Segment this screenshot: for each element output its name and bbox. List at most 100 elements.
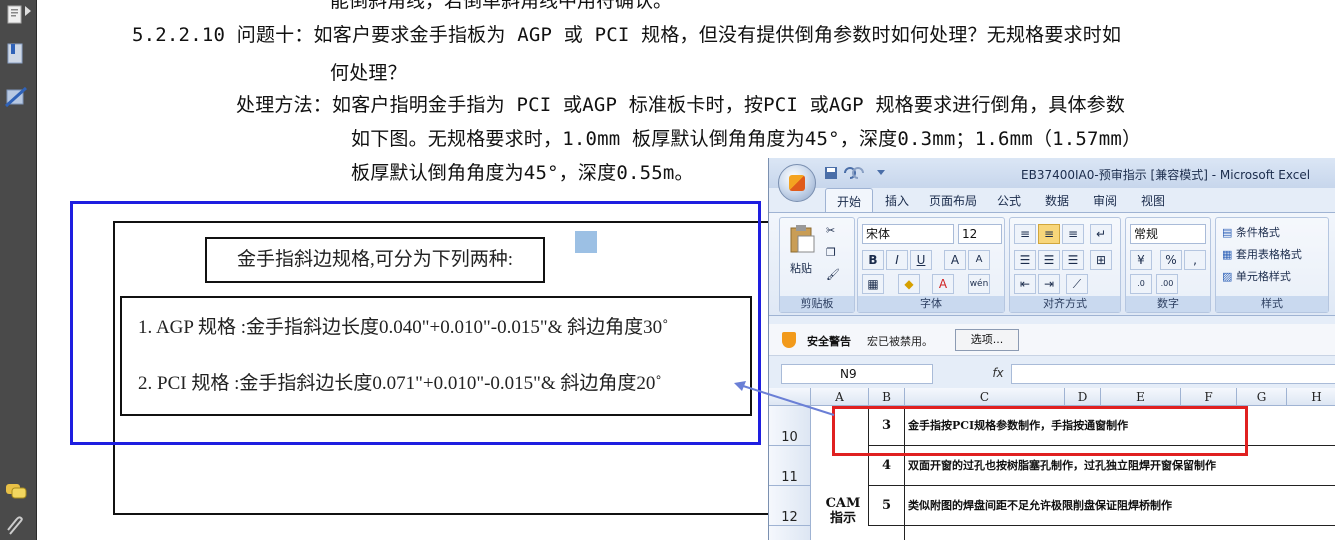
align-center-icon[interactable]: ☰ [1038,250,1060,270]
tab-formulas[interactable]: 公式 [985,188,1033,212]
copy-icon[interactable]: ❐ [826,246,836,259]
excel-window: EB37400IA0-预审指示 [兼容模式] - Microsoft Excel… [768,158,1335,540]
number-group: 常规 ¥ % , .0 .00 数字 [1125,217,1211,313]
table-format-label: 套用表格格式 [1235,248,1302,261]
align-top-icon[interactable]: ≡ [1014,224,1036,244]
pages-icon[interactable] [4,4,30,28]
security-title: 安全警告 [807,335,851,348]
clipboard-group-label: 剪贴板 [780,296,854,312]
conditional-format-button[interactable]: ▤ 条件格式 [1222,224,1280,240]
pdf-sidebar [0,0,37,540]
font-size-select[interactable]: 12 [958,224,1002,244]
tab-insert[interactable]: 插入 [873,188,921,212]
row-header-13[interactable] [769,526,811,540]
tab-home[interactable]: 开始 [825,188,873,212]
security-warning-bar: 安全警告 宏已被禁用。 选项... [769,324,1335,356]
col-header-h[interactable]: H [1287,388,1335,406]
align-middle-icon[interactable]: ≡ [1038,224,1060,244]
bold-button[interactable]: B [862,250,884,270]
blue-highlight-frame [70,201,761,445]
formula-bar: N9 fx [769,363,1335,385]
borders-icon[interactable]: ▦ [862,274,884,294]
question-heading: 5.2.2.10 问题十：如客户要求金手指板为 AGP 或 PCI 规格，但没有… [132,24,1122,46]
cut-icon[interactable]: ✂ [826,224,835,237]
styles-group: ▤ 条件格式 ▦ 套用表格格式 ▨ 单元格样式 样式 [1215,217,1329,313]
alignment-group-label: 对齐方式 [1010,296,1120,312]
bookmark-icon[interactable] [4,42,30,66]
row-header-12[interactable]: 12 [769,486,811,526]
tab-view[interactable]: 视图 [1129,188,1177,212]
col-header-g[interactable]: G [1237,388,1287,406]
comments-icon[interactable] [4,480,30,504]
align-left-icon[interactable]: ☰ [1014,250,1036,270]
comma-icon[interactable]: , [1184,250,1206,270]
attachment-icon[interactable] [4,516,30,540]
font-name-select[interactable]: 宋体 [862,224,954,244]
grow-font-icon[interactable]: A [944,250,966,270]
window-title: EB37400IA0-预审指示 [兼容模式] - Microsoft Excel [1021,168,1311,182]
italic-button[interactable]: I [886,250,908,270]
security-message: 宏已被禁用。 [867,335,933,348]
shield-icon [782,332,796,348]
col-header-b[interactable]: B [869,388,905,406]
underline-button[interactable]: U [910,250,932,270]
method-paragraph-line3: 板厚默认倒角角度为45°，深度0.55m。 [351,162,694,184]
conditional-format-label: 条件格式 [1235,226,1280,239]
tab-page-layout[interactable]: 页面布局 [921,188,985,212]
tab-review[interactable]: 审阅 [1081,188,1129,212]
cell-style-button[interactable]: ▨ 单元格样式 [1222,268,1291,284]
font-group: 宋体 12 B I U A A ▦ ◆ A wén 字体 [857,217,1005,313]
merge-center-icon[interactable]: ⊞ [1090,250,1112,270]
format-painter-icon[interactable]: 🖌 [826,268,840,281]
formula-input[interactable] [1011,364,1335,384]
cell-style-label: 单元格样式 [1235,270,1291,283]
number-group-label: 数字 [1126,296,1210,312]
decrease-indent-icon[interactable]: ⇤ [1014,274,1036,294]
clipboard-group: 粘贴 ✂ ❐ 🖌 剪贴板 [779,217,855,313]
paste-icon[interactable] [788,224,816,257]
method-paragraph-line2: 如下图。无规格要求时，1.0mm 板厚默认倒角角度为45°，深度0.3mm；1.… [351,128,1142,150]
office-button[interactable] [778,164,816,202]
text-cell-12[interactable]: 类似附图的焊盘间距不足允许极限削盘保证阻焊桥制作 [905,486,1335,526]
ribbon: 粘贴 ✂ ❐ 🖌 剪贴板 宋体 12 B I U A A ▦ ◆ A wén 字… [769,212,1335,316]
col-header-e[interactable]: E [1101,388,1181,406]
office-logo-icon [789,175,805,191]
styles-group-label: 样式 [1216,296,1328,312]
number-format-select[interactable]: 常规 [1130,224,1206,244]
font-color-icon[interactable]: A [932,274,954,294]
fill-color-icon[interactable]: ◆ [898,274,920,294]
table-format-button[interactable]: ▦ 套用表格格式 [1222,246,1302,262]
increase-indent-icon[interactable]: ⇥ [1038,274,1060,294]
tab-data[interactable]: 数据 [1033,188,1081,212]
pointer-arrow-icon [734,381,835,416]
phonetic-icon[interactable]: wén [968,274,990,294]
red-highlight-box [832,406,1248,456]
num-cell-12[interactable]: 5 [869,486,905,526]
fx-button[interactable]: fx [987,364,1009,384]
ribbon-tabs: 开始 插入 页面布局 公式 数据 审阅 视图 [825,188,1177,212]
orientation-icon[interactable]: ⟋ [1066,274,1088,294]
quick-access-toolbar[interactable] [825,166,885,183]
num-cell-13[interactable] [869,526,905,540]
align-right-icon[interactable]: ☰ [1062,250,1084,270]
percent-button[interactable]: % [1160,250,1182,270]
shrink-font-icon[interactable]: A [968,250,990,270]
row-header-11[interactable]: 11 [769,446,811,486]
paste-label[interactable]: 粘贴 [790,260,812,276]
alignment-group: ≡ ≡ ≡ ↵ ☰ ☰ ☰ ⊞ ⇤ ⇥ ⟋ 对齐方式 [1009,217,1121,313]
decrease-decimal-icon[interactable]: .00 [1156,274,1178,294]
col-header-c[interactable]: C [905,388,1065,406]
col-header-d[interactable]: D [1065,388,1101,406]
question-heading-cont: 何处理？ [330,62,407,84]
signature-icon[interactable] [4,86,30,110]
options-button[interactable]: 选项... [955,329,1019,351]
wrap-text-icon[interactable]: ↵ [1090,224,1112,244]
method-paragraph-line1: 处理方法：如客户指明金手指为 PCI 或AGP 标准板卡时，按PCI 或AGP … [236,94,1126,116]
font-group-label: 字体 [858,296,1004,312]
text-cell-13[interactable] [905,526,1335,540]
increase-decimal-icon[interactable]: .0 [1130,274,1152,294]
excel-titlebar: EB37400IA0-预审指示 [兼容模式] - Microsoft Excel [769,158,1335,188]
col-header-f[interactable]: F [1181,388,1237,406]
align-bottom-icon[interactable]: ≡ [1062,224,1084,244]
currency-icon[interactable]: ¥ [1130,250,1152,270]
